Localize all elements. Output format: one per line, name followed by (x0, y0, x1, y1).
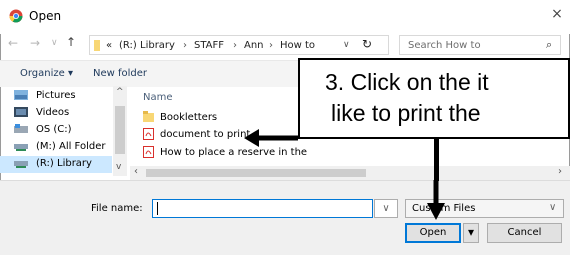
instruction-callout: 3. Click on the it like to print the (298, 58, 570, 139)
left-arrow-head (244, 129, 259, 147)
down-arrow-head (427, 203, 445, 220)
callout-line-2: like to print the (331, 100, 481, 126)
down-arrow-stem (434, 139, 439, 181)
callout-line-1: 3. Click on the it (325, 69, 489, 95)
